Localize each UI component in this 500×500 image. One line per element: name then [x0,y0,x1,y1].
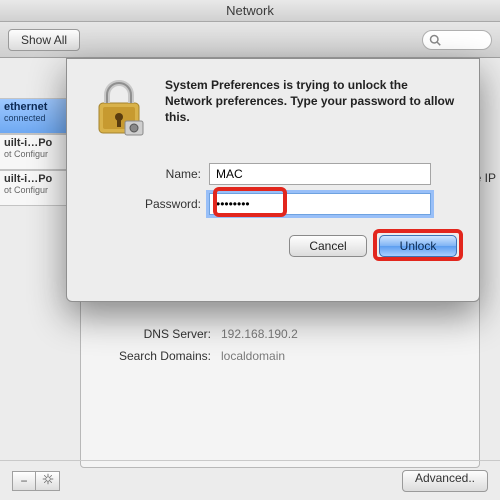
name-field[interactable] [209,163,431,185]
show-all-button[interactable]: Show All [8,29,80,51]
lock-icon [89,77,149,137]
toolbar: Show All [0,22,500,58]
window-titlebar: Network [0,0,500,22]
auth-overlay: System Preferences is trying to unlock t… [0,58,500,500]
window-title: Network [226,3,274,18]
auth-dialog: System Preferences is trying to unlock t… [66,58,480,302]
name-label: Name: [89,167,209,181]
search-input[interactable] [422,30,492,50]
password-label: Password: [89,197,209,211]
password-field[interactable] [209,193,431,215]
search-icon [429,34,441,46]
cancel-button[interactable]: Cancel [289,235,367,257]
auth-message: System Preferences is trying to unlock t… [165,77,457,137]
unlock-button[interactable]: Unlock [379,235,457,257]
